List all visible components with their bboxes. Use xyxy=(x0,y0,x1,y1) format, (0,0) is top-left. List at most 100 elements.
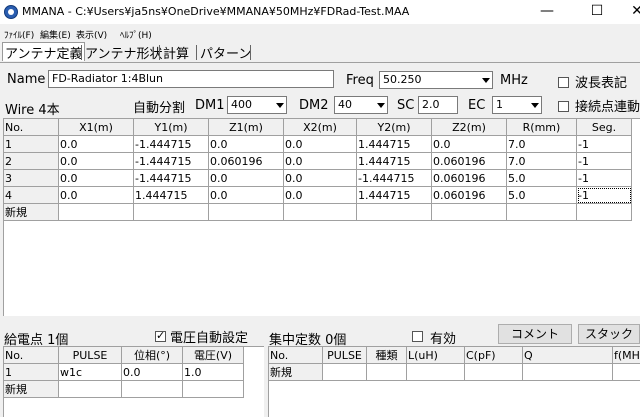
dm2-combo[interactable]: 40 xyxy=(334,96,388,114)
row-number[interactable]: 2 xyxy=(3,152,59,170)
column-header[interactable]: L(uH) xyxy=(406,346,465,364)
menu-file[interactable]: ﾌｧｲﾙ(F) xyxy=(4,28,34,41)
table-cell[interactable]: 0.0 xyxy=(283,169,357,187)
auto-voltage-checkbox[interactable] xyxy=(155,329,166,342)
column-header[interactable]: C(pF) xyxy=(464,346,523,364)
table-cell[interactable]: -1.444715 xyxy=(133,169,209,187)
column-header[interactable]: 位相(°) xyxy=(121,346,183,364)
column-header[interactable]: X1(m) xyxy=(58,118,134,136)
column-header[interactable]: No. xyxy=(3,118,59,136)
column-header[interactable]: Seg. xyxy=(576,118,632,136)
table-cell[interactable]: 1.444715 xyxy=(133,186,209,204)
table-cell[interactable]: 7.0 xyxy=(506,135,577,153)
new-row-label[interactable]: 新規 xyxy=(3,203,59,221)
table-cell[interactable]: 1.444715 xyxy=(356,152,432,170)
tab-antenna-shape[interactable]: アンテナ形状 xyxy=(83,43,164,62)
table-cell[interactable]: 0.0 xyxy=(58,169,134,187)
table-cell[interactable]: 7.0 xyxy=(506,152,577,170)
column-header[interactable]: PULSE xyxy=(58,346,122,364)
table-cell[interactable]: 0.0 xyxy=(283,135,357,153)
table-cell[interactable]: 1.0 xyxy=(182,363,244,381)
column-header[interactable]: Y1(m) xyxy=(133,118,209,136)
row-number[interactable]: 3 xyxy=(3,169,59,187)
table-cell[interactable]: 0.0 xyxy=(208,169,284,187)
table-cell[interactable] xyxy=(121,380,183,398)
table-cell[interactable]: 0.0 xyxy=(208,186,284,204)
column-header[interactable]: f(MHz) xyxy=(612,346,640,364)
menu-view[interactable]: 表示(V) xyxy=(76,28,107,41)
stack-button[interactable]: スタック xyxy=(578,324,640,344)
table-cell[interactable] xyxy=(522,363,613,381)
table-cell[interactable]: -1 xyxy=(576,152,632,170)
table-cell[interactable]: 0.0 xyxy=(58,152,134,170)
tab-pattern[interactable]: パターン xyxy=(198,43,253,62)
row-number[interactable]: 1 xyxy=(3,135,59,153)
column-header[interactable]: 電圧(V) xyxy=(182,346,244,364)
column-header[interactable]: Z1(m) xyxy=(208,118,284,136)
minimize-button[interactable]: — xyxy=(532,3,562,19)
tab-calculation[interactable]: 計算 xyxy=(161,43,191,62)
table-cell[interactable] xyxy=(283,203,357,221)
table-cell[interactable]: 0.0 xyxy=(431,135,507,153)
table-cell[interactable]: w1c xyxy=(58,363,122,381)
column-header[interactable]: X2(m) xyxy=(283,118,357,136)
ec-combo[interactable]: 1 xyxy=(492,96,542,114)
table-cell[interactable]: -1 xyxy=(576,169,632,187)
table-cell[interactable] xyxy=(133,203,209,221)
table-cell[interactable]: -1.444715 xyxy=(133,135,209,153)
sc-input[interactable]: 2.0 xyxy=(418,96,458,114)
table-cell[interactable] xyxy=(182,380,244,398)
table-cell[interactable] xyxy=(322,363,367,381)
name-input[interactable]: FD-Radiator 1:4Blun xyxy=(48,70,334,88)
table-cell[interactable]: 0.060196 xyxy=(431,186,507,204)
column-header[interactable]: R(mm) xyxy=(506,118,577,136)
table-cell[interactable] xyxy=(208,203,284,221)
column-header[interactable]: Z2(m) xyxy=(431,118,507,136)
table-cell[interactable]: 5.0 xyxy=(506,186,577,204)
column-header[interactable]: Q xyxy=(522,346,613,364)
wavelength-checkbox[interactable] xyxy=(558,77,569,88)
tab-antenna-definition[interactable]: アンテナ定義 xyxy=(2,42,86,62)
new-row-label[interactable]: 新規 xyxy=(3,380,59,398)
table-cell[interactable]: 0.060196 xyxy=(431,152,507,170)
chevron-down-icon[interactable] xyxy=(272,97,286,113)
menu-help[interactable]: ﾍﾙﾌﾟ(H) xyxy=(120,28,152,41)
table-cell[interactable]: 1.444715 xyxy=(356,186,432,204)
table-cell[interactable]: 0.0 xyxy=(58,135,134,153)
table-cell[interactable] xyxy=(612,363,640,381)
table-cell[interactable] xyxy=(464,363,523,381)
table-cell[interactable] xyxy=(431,203,507,221)
table-cell[interactable]: -1 xyxy=(576,135,632,153)
table-cell[interactable] xyxy=(576,203,632,221)
column-header[interactable]: No. xyxy=(3,346,59,364)
table-cell[interactable]: 0.0 xyxy=(283,152,357,170)
table-cell[interactable] xyxy=(506,203,577,221)
menu-edit[interactable]: 編集(E) xyxy=(40,28,71,41)
table-cell[interactable]: 0.0 xyxy=(208,135,284,153)
column-header[interactable]: Y2(m) xyxy=(356,118,432,136)
column-header[interactable]: No. xyxy=(268,346,323,364)
chevron-down-icon[interactable] xyxy=(373,97,387,113)
row-number[interactable]: 4 xyxy=(3,186,59,204)
table-cell[interactable] xyxy=(58,380,122,398)
close-button[interactable]: ✕ xyxy=(622,3,640,19)
table-cell[interactable]: 0.0 xyxy=(121,363,183,381)
chevron-down-icon[interactable] xyxy=(478,72,492,88)
table-cell[interactable]: -1 xyxy=(576,186,632,204)
table-cell[interactable] xyxy=(406,363,465,381)
table-cell[interactable] xyxy=(58,203,134,221)
load-valid-checkbox[interactable] xyxy=(412,331,423,342)
comment-button[interactable]: コメント xyxy=(498,324,572,344)
freq-combo[interactable]: 50.250 xyxy=(379,71,493,89)
maximize-button[interactable]: ☐ xyxy=(582,3,612,19)
row-number[interactable]: 1 xyxy=(3,363,59,381)
dm1-combo[interactable]: 400 xyxy=(227,96,287,114)
table-cell[interactable] xyxy=(366,363,407,381)
table-cell[interactable]: 0.060196 xyxy=(431,169,507,187)
table-cell[interactable]: -1.444715 xyxy=(356,169,432,187)
column-header[interactable]: PULSE xyxy=(322,346,367,364)
chevron-down-icon[interactable] xyxy=(527,97,541,113)
table-cell[interactable]: 0.0 xyxy=(283,186,357,204)
table-cell[interactable] xyxy=(356,203,432,221)
table-cell[interactable]: 5.0 xyxy=(506,169,577,187)
